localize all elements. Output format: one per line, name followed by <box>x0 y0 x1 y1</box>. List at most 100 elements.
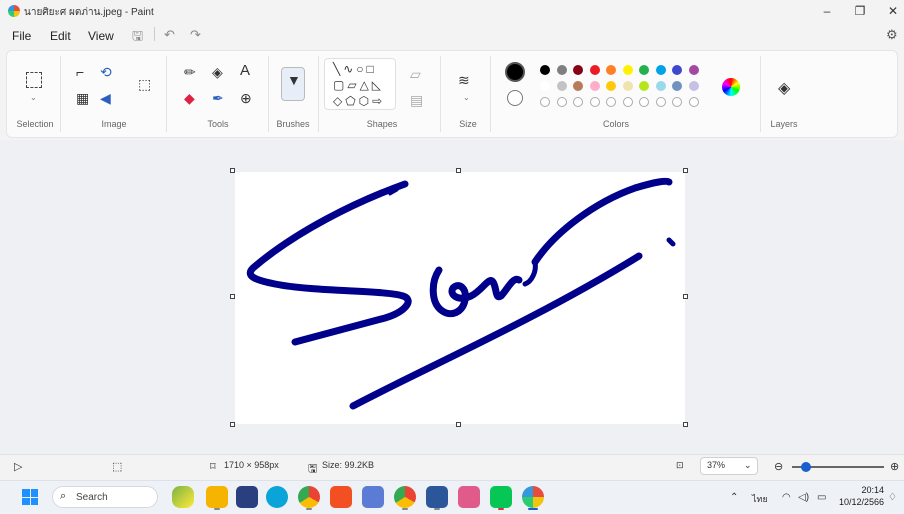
minimize-button[interactable]: – <box>816 2 838 20</box>
language-indicator[interactable]: ไทย <box>752 492 768 506</box>
notification-bell-icon[interactable]: ♢ <box>888 492 897 503</box>
selection-rectangle-icon[interactable] <box>26 72 42 88</box>
flip-icon[interactable]: ◀ <box>100 90 111 107</box>
resize-handle[interactable] <box>456 422 461 427</box>
resize-icon[interactable]: ▦ <box>76 90 89 107</box>
edit-colors-icon[interactable] <box>722 78 740 96</box>
fit-to-window-icon[interactable]: ⊡ <box>676 460 684 471</box>
fill-icon[interactable]: ▤ <box>410 92 423 109</box>
custom-color-slot[interactable] <box>672 97 682 107</box>
battery-icon[interactable]: ▭ <box>817 492 826 503</box>
custom-color-slot[interactable] <box>622 97 633 107</box>
resize-handle[interactable] <box>456 168 461 173</box>
palette-color-swatch[interactable] <box>540 81 550 91</box>
drawing-canvas[interactable] <box>235 172 685 424</box>
paint-pen-app-icon[interactable] <box>458 486 480 508</box>
office-app-icon[interactable] <box>330 486 352 508</box>
weather-widget-icon[interactable] <box>172 486 194 508</box>
image-select-icon[interactable]: ⬚ <box>138 76 151 93</box>
menu-view[interactable]: View <box>88 29 114 43</box>
menu-edit[interactable]: Edit <box>50 29 71 43</box>
undo-icon[interactable]: ↶ <box>164 27 175 43</box>
size-lines-icon[interactable]: ≋ <box>458 72 470 89</box>
custom-color-slot[interactable] <box>606 97 616 107</box>
chevron-down-icon[interactable]: ⌄ <box>30 93 37 102</box>
resize-handle[interactable] <box>230 168 235 173</box>
clock-time[interactable]: 20:14 <box>852 485 884 495</box>
palette-color-swatch[interactable] <box>639 65 649 75</box>
palette-color-swatch[interactable] <box>672 81 682 91</box>
zoom-slider[interactable] <box>792 462 884 472</box>
zoom-in-icon[interactable]: ⊕ <box>890 460 899 473</box>
signature-stroke <box>522 259 538 287</box>
store-icon[interactable] <box>236 486 258 508</box>
palette-color-swatch[interactable] <box>556 65 567 75</box>
pencil-icon[interactable]: ✏ <box>184 64 196 81</box>
crop-icon[interactable]: ⌐ <box>76 64 84 80</box>
chrome-profile-icon[interactable] <box>394 486 416 508</box>
redo-icon[interactable]: ↷ <box>190 27 201 43</box>
palette-color-swatch[interactable] <box>655 81 666 91</box>
chrome-browser-icon[interactable] <box>298 486 320 508</box>
close-button[interactable]: ✕ <box>882 2 904 20</box>
rotate-icon[interactable]: ⟲ <box>100 64 112 81</box>
wifi-icon[interactable]: ◠ <box>782 492 791 503</box>
layers-icon[interactable]: ◈ <box>778 78 790 98</box>
palette-color-swatch[interactable] <box>688 65 699 75</box>
resize-handle[interactable] <box>230 422 235 427</box>
outline-icon[interactable]: ▱ <box>410 66 421 83</box>
maximize-button[interactable]: ❐ <box>849 2 871 20</box>
resize-handle[interactable] <box>683 422 688 427</box>
shapes-row-2-icon[interactable]: ▢▱△◺ <box>333 78 384 92</box>
shapes-row-1-icon[interactable]: ╲∿○□ <box>333 62 377 76</box>
palette-color-swatch[interactable] <box>688 81 699 91</box>
palette-color-swatch[interactable] <box>655 65 666 75</box>
save-icon[interactable]: 🖫 <box>132 27 143 49</box>
palette-color-swatch[interactable] <box>573 65 583 75</box>
palette-color-swatch[interactable] <box>540 65 550 75</box>
custom-color-slot[interactable] <box>639 97 649 107</box>
start-windows-icon[interactable] <box>22 489 38 505</box>
palette-color-swatch[interactable] <box>589 81 600 91</box>
paint-taskbar-icon[interactable] <box>522 486 544 508</box>
shapes-row-3-icon[interactable]: ◇⬠⬡⇨ <box>333 94 385 108</box>
settings-gear-icon[interactable]: ⚙ <box>886 27 898 43</box>
custom-color-slot[interactable] <box>556 97 567 107</box>
palette-color-swatch[interactable] <box>622 81 633 91</box>
palette-color-swatch[interactable] <box>573 81 583 91</box>
line-app-icon[interactable] <box>490 486 512 508</box>
palette-color-swatch[interactable] <box>556 81 567 91</box>
custom-color-slot[interactable] <box>688 97 699 107</box>
magnifier-icon[interactable]: ⊕ <box>240 90 252 107</box>
chevron-down-icon[interactable]: ⌄ <box>463 93 470 102</box>
palette-color-swatch[interactable] <box>606 65 616 75</box>
custom-color-slot[interactable] <box>540 97 550 107</box>
palette-color-swatch[interactable] <box>639 81 649 91</box>
resize-handle[interactable] <box>230 294 235 299</box>
zoom-out-icon[interactable]: ⊖ <box>774 460 783 473</box>
primary-color-swatch[interactable] <box>505 62 525 82</box>
resize-handle[interactable] <box>683 168 688 173</box>
text-tool-icon[interactable]: A <box>240 62 250 79</box>
menu-file[interactable]: File <box>12 29 31 43</box>
zoom-slider-thumb[interactable] <box>800 462 811 472</box>
color-picker-icon[interactable]: ✒ <box>212 90 224 107</box>
custom-color-slot[interactable] <box>573 97 583 107</box>
chevron-up-icon[interactable]: ⌃ <box>730 492 738 503</box>
resize-handle[interactable] <box>683 294 688 299</box>
palette-color-swatch[interactable] <box>589 65 600 75</box>
fill-bucket-icon[interactable]: ◈ <box>212 64 223 81</box>
edge-browser-icon[interactable] <box>266 486 288 508</box>
clock-date[interactable]: 10/12/2566 <box>836 497 884 507</box>
volume-icon[interactable]: ◁) <box>798 492 809 503</box>
custom-color-slot[interactable] <box>655 97 666 107</box>
file-explorer-icon[interactable] <box>206 486 228 508</box>
palette-color-swatch[interactable] <box>672 65 682 75</box>
custom-color-slot[interactable] <box>589 97 600 107</box>
eraser-icon[interactable]: ◆ <box>184 90 195 107</box>
word-app-icon[interactable] <box>426 486 448 508</box>
palette-color-swatch[interactable] <box>622 65 633 75</box>
security-app-icon[interactable] <box>362 486 384 508</box>
palette-color-swatch[interactable] <box>606 81 616 91</box>
secondary-color-swatch[interactable] <box>507 90 523 106</box>
